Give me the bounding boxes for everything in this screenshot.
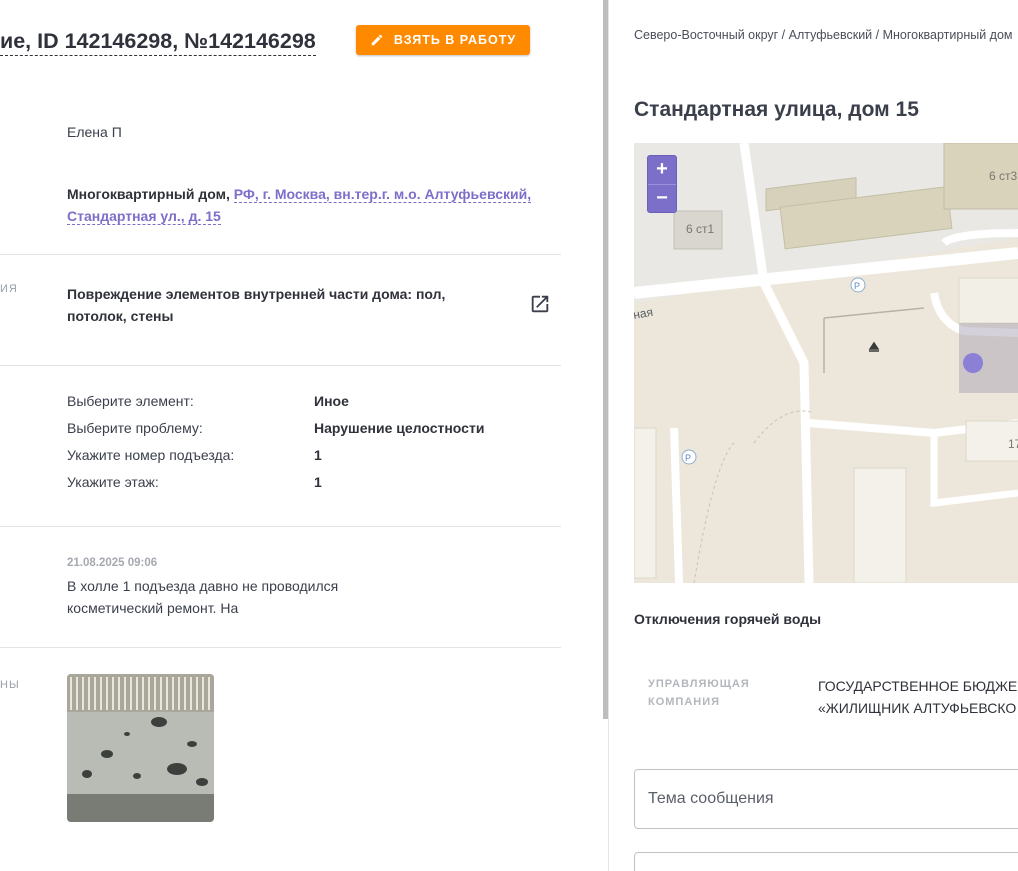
parking-label: P: [854, 281, 860, 291]
divider: [0, 254, 561, 255]
object-address-title: Стандартная улица, дом 15: [634, 98, 919, 121]
management-company-value: ГОСУДАРСТВЕННОЕ БЮДЖЕ «ЖИЛИЩНИК АЛТУФЬЕВ…: [818, 678, 1018, 716]
zoom-in-button[interactable]: +: [648, 156, 676, 185]
take-to-work-label: ВЗЯТЬ В РАБОТУ: [393, 33, 517, 47]
message-textarea[interactable]: [634, 852, 1018, 871]
location-marker[interactable]: [963, 353, 983, 373]
subject-input[interactable]: [634, 769, 1018, 829]
field-key: Укажите этаж:: [67, 474, 159, 490]
author-name: Елена П: [67, 124, 122, 140]
breadcrumb: Северо-Восточный округ / Алтуфьевский / …: [634, 28, 1013, 42]
category-text: Повреждение элементов внутренней части д…: [67, 286, 446, 324]
divider: [0, 365, 561, 366]
take-to-work-button[interactable]: ВЗЯТЬ В РАБОТУ: [356, 25, 530, 55]
field-key: Выберите элемент:: [67, 393, 194, 409]
ticket-title[interactable]: ие, ID 142146298, №142146298: [0, 28, 316, 56]
pencil-icon: [371, 34, 383, 46]
divider: [0, 526, 561, 527]
field-value: 1: [314, 447, 322, 463]
object-address: Многоквартирный дом, РФ, г. Москва, вн.т…: [67, 183, 557, 227]
category-label: ИЯ: [0, 283, 18, 295]
field-value: 1: [314, 474, 322, 490]
object-panel: Северо-Восточный округ / Алтуфьевский / …: [609, 0, 1018, 871]
hot-water-link[interactable]: Отключения горячей воды: [634, 611, 821, 627]
field-value: Иное: [314, 393, 349, 409]
map[interactable]: 6 ст1 6 ст3 17 ная P P + −: [634, 143, 1018, 583]
attached-photo[interactable]: [67, 674, 214, 822]
ticket-panel: ие, ID 142146298, №142146298 ВЗЯТЬ В РАБ…: [0, 0, 603, 871]
map-label: 6 ст3: [989, 169, 1018, 183]
object-type: Многоквартирный дом,: [67, 186, 234, 202]
message-date: 21.08.2025 09:06: [67, 557, 158, 569]
field-key: Укажите номер подъезда:: [67, 447, 235, 463]
field-value: Нарушение целостности: [314, 420, 485, 436]
zoom-out-button[interactable]: −: [648, 185, 676, 213]
divider: [0, 647, 561, 648]
map-canvas: 6 ст1 6 ст3 17 ная P P: [634, 143, 1018, 583]
field-key: Выберите проблему:: [67, 420, 203, 436]
map-label: 17: [1008, 437, 1018, 451]
map-label: 6 ст1: [686, 222, 715, 236]
parking-label: P: [685, 453, 691, 463]
zoom-control: + −: [647, 155, 677, 213]
management-company-label: УПРАВЛЯЮЩАЯ КОМПАНИЯ: [648, 678, 750, 708]
photos-label: НЫ: [0, 679, 20, 691]
message-text: В холле 1 подъезда давно не проводился к…: [67, 578, 339, 616]
open-external-icon[interactable]: [529, 293, 551, 315]
